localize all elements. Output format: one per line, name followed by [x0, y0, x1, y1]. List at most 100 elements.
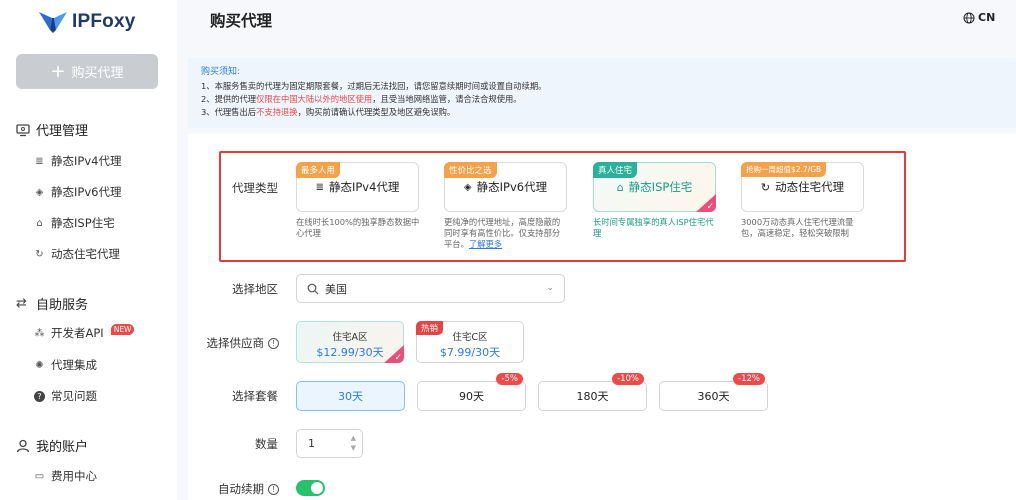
discount-badge: -12%	[733, 373, 765, 385]
type-card-ipv4[interactable]: 最多人用 ≣ 静态IPv4代理	[296, 162, 419, 212]
notice-line-1: 1、本服务售卖的代理为固定期限套餐，过期后无法找回，请您留意续期时间或设置自动续…	[201, 81, 547, 91]
type-badge: 最多人用	[296, 162, 341, 178]
plan-360-days[interactable]: 360天 -12%	[659, 373, 768, 411]
purchase-notice: 购买须知: 1、本服务售卖的代理为固定期限套餐，过期后无法找回，请您留意续期时间…	[188, 58, 1016, 128]
chevron-down-icon: ⌄	[546, 283, 554, 293]
type-card-ipv6[interactable]: 性价比之选 ◈ 静态IPv6代理	[444, 162, 567, 212]
server-icon: ≣	[315, 181, 324, 193]
type-card-isp[interactable]: 真人住宅 ⌂ 静态ISP住宅 ✓	[593, 162, 716, 212]
brand-name: IPFoxy	[72, 11, 136, 32]
sidebar-item-ipv4[interactable]: ≣ 静态IPv4代理	[34, 153, 121, 169]
notice-text: ，购买前请确认代理类型及地区避免误购。	[297, 107, 456, 117]
sidebar-item-api[interactable]: ⁂ 开发者API NEW	[34, 323, 135, 341]
vendor-card-c[interactable]: 热销 住宅C区 $7.99/30天	[416, 321, 524, 363]
proxy-type-label: 代理类型	[232, 181, 278, 195]
auto-renew-label: 自动续期 !	[190, 481, 279, 497]
sidebar-item-label: 费用中心	[51, 469, 97, 483]
language-label: CN	[978, 11, 996, 24]
api-icon: ⁂	[34, 327, 45, 339]
type-card-label: 静态IPv6代理	[476, 180, 548, 194]
layers-icon: ◈	[463, 181, 472, 193]
home-icon: ⌂	[616, 180, 624, 194]
vendor-card-a[interactable]: 住宅A区 $12.99/30天 ✓	[296, 321, 404, 363]
new-badge: NEW	[110, 323, 135, 335]
plan-30-days[interactable]: 30天	[296, 381, 405, 411]
notice-text: 2、提供的代理	[201, 94, 257, 104]
monitor-icon	[16, 123, 30, 136]
auto-renew-toggle[interactable]	[296, 480, 325, 496]
type-card-label: 静态ISP住宅	[628, 180, 693, 194]
plan-180-days[interactable]: 180天 -10%	[538, 373, 647, 411]
notice-text: 3、代理售出后	[201, 107, 257, 117]
learn-more-link[interactable]: 了解更多	[469, 239, 502, 249]
sidebar-item-faq[interactable]: ? 常见问题	[34, 388, 97, 404]
sidebar-section-self-service[interactable]: ⇄ 自助服务	[16, 294, 88, 313]
sidebar-section-account[interactable]: 我的账户	[16, 436, 88, 455]
user-icon	[16, 439, 30, 452]
region-select[interactable]: 美国 ⌄	[296, 274, 565, 303]
buy-proxy-label: 购买代理	[71, 66, 124, 81]
sidebar-item-ipv6[interactable]: ◈ 静态IPv6代理	[34, 184, 122, 200]
search-icon	[307, 283, 319, 294]
sidebar-item-label: 代理集成	[51, 358, 97, 372]
quantity-value: 1	[308, 437, 315, 450]
notice-line-3: 3、代理售出后不支持退换，购买前请确认代理类型及地区避免误购。	[201, 106, 1003, 119]
hot-badge: 热销	[416, 321, 444, 335]
notice-title: 购买须知:	[201, 67, 241, 77]
section-label: 我的账户	[36, 440, 89, 455]
sidebar-item-isp[interactable]: ⌂ 静态ISP住宅	[34, 215, 114, 231]
plan-label-text: 360天	[697, 390, 730, 403]
stepper-arrows[interactable]: ▲ ▼	[351, 433, 356, 453]
home-icon: ⌂	[36, 217, 43, 229]
quantity-stepper[interactable]: 1 ▲ ▼	[296, 429, 363, 458]
plus-icon: +	[50, 60, 66, 82]
section-label: 自助服务	[36, 298, 89, 313]
page-title: 购买代理	[210, 12, 273, 30]
plan-90-days[interactable]: 90天 -5%	[417, 373, 526, 411]
sync-icon: ⇄	[16, 295, 27, 311]
sidebar-item-billing[interactable]: ▭ 费用中心	[34, 468, 97, 484]
server-icon: ≣	[35, 155, 44, 167]
type-badge: 性价比之选	[444, 162, 497, 178]
refresh-icon: ↻	[760, 180, 771, 194]
quantity-label: 数量	[255, 437, 278, 451]
sidebar-item-dynamic[interactable]: ↻ 动态住宅代理	[34, 246, 120, 262]
sidebar-item-label: 常见问题	[51, 389, 97, 403]
vendor-label: 选择供应商 !	[190, 335, 279, 351]
discount-badge: -10%	[612, 373, 644, 385]
fox-logo-icon	[39, 12, 67, 33]
selected-check-icon: ✓	[696, 194, 716, 212]
plan-label-text: 180天	[576, 390, 609, 403]
vendor-name: 住宅A区	[332, 332, 368, 343]
section-label: 代理管理	[36, 124, 89, 139]
region-label: 选择地区	[232, 282, 278, 296]
language-switcher[interactable]: CN	[963, 11, 995, 24]
notice-line-2: 2、提供的代理仅限在中国大陆以外的地区使用，且受当地网络监管，请合法合规使用。	[201, 93, 1003, 106]
auto-renew-text: 自动续期	[218, 482, 264, 496]
sidebar-item-label: 动态住宅代理	[51, 247, 120, 261]
vendor-price: $7.99/30天	[439, 346, 501, 359]
type-desc-isp: 长时间专属独享的真人ISP住宅代理	[593, 217, 714, 238]
globe-icon	[963, 12, 975, 23]
layers-icon: ◈	[35, 186, 44, 198]
type-card-label: 动态住宅代理	[775, 180, 845, 194]
help-icon[interactable]: !	[268, 337, 279, 349]
sidebar: IPFoxy + 购买代理 代理管理 ≣ 静态IPv4代理 ◈ 静态IPv6代理…	[0, 0, 177, 500]
buy-proxy-button[interactable]: + 购买代理	[16, 54, 158, 89]
logo[interactable]: IPFoxy	[38, 10, 136, 34]
plan-label-text: 30天	[338, 390, 363, 403]
help-icon[interactable]: !	[268, 483, 279, 495]
type-badge: 抢购一周超值$2.7/GB	[741, 162, 827, 177]
type-card-dynamic[interactable]: 抢购一周超值$2.7/GB ↻ 动态住宅代理	[741, 162, 864, 212]
chevron-up-icon[interactable]: ▲	[351, 433, 356, 443]
chevron-down-icon[interactable]: ▼	[351, 443, 356, 453]
region-value: 美国	[325, 282, 347, 296]
question-icon: ?	[34, 390, 45, 402]
plan-label: 选择套餐	[232, 389, 278, 403]
type-card-label: 静态IPv4代理	[328, 180, 400, 194]
notice-text: ，且受当地网络监管，请合法合规使用。	[372, 94, 522, 104]
sidebar-item-integration[interactable]: ✺ 代理集成	[34, 357, 97, 373]
plan-label-text: 90天	[459, 390, 484, 403]
sidebar-section-proxy-management[interactable]: 代理管理	[16, 120, 88, 139]
type-desc-dynamic: 3000万动态真人住宅代理流量包，高速稳定，轻松突破限制	[741, 217, 854, 238]
